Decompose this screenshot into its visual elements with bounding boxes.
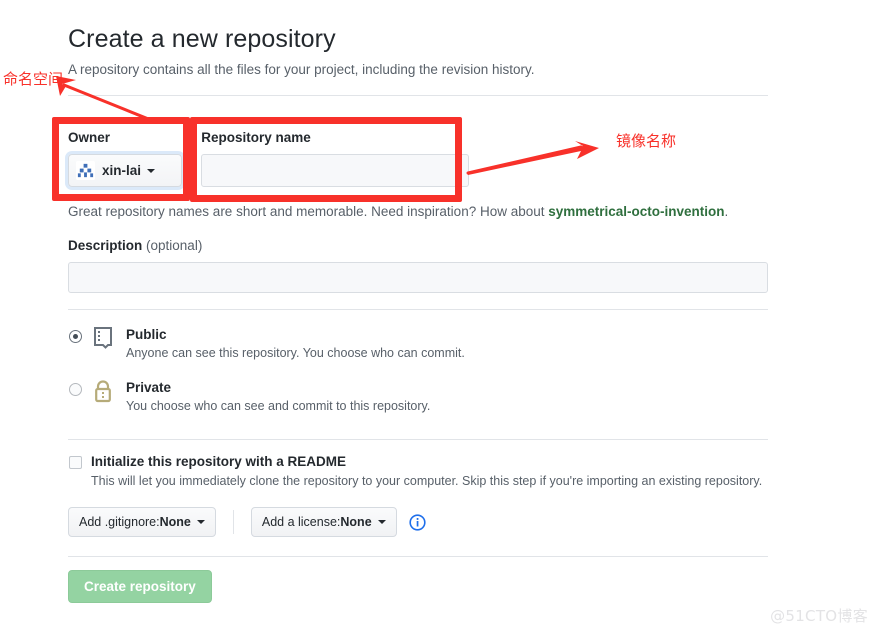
divider-submit bbox=[68, 556, 768, 557]
description-optional-tag: (optional) bbox=[146, 238, 203, 253]
page-title: Create a new repository bbox=[68, 25, 336, 53]
checkbox-initialize-readme[interactable] bbox=[69, 456, 82, 469]
initialize-readme-label: Initialize this repository with a README bbox=[91, 454, 347, 469]
repository-name-hint: Great repository names are short and mem… bbox=[68, 203, 728, 221]
gitignore-prefix-label: Add .gitignore: bbox=[79, 515, 160, 529]
page-header: Create a new repository A repository con… bbox=[68, 0, 768, 79]
chevron-down-icon bbox=[377, 520, 386, 524]
create-repository-button[interactable]: Create repository bbox=[68, 570, 212, 603]
hint-suffix: . bbox=[724, 204, 729, 219]
suggested-name-link[interactable]: symmetrical-octo-invention bbox=[548, 204, 724, 219]
initialize-readme-text: Initialize this repository with a README… bbox=[91, 453, 762, 490]
visibility-private-desc: You choose who can see and commit to thi… bbox=[126, 399, 431, 413]
description-label-wrap: Description (optional) bbox=[68, 238, 768, 254]
description-label: Description bbox=[68, 238, 143, 253]
visibility-public-desc: Anyone can see this repository. You choo… bbox=[126, 346, 465, 360]
description-input[interactable] bbox=[68, 262, 768, 293]
lock-icon bbox=[92, 379, 118, 409]
page-subtitle: A repository contains all the files for … bbox=[68, 62, 535, 77]
chevron-down-icon bbox=[196, 520, 205, 524]
submit-area: Create repository bbox=[68, 570, 212, 603]
initialize-dropdown-row: Add .gitignore: None Add a license: None bbox=[68, 507, 768, 537]
license-value: None bbox=[340, 515, 372, 529]
hint-prefix: Great repository names are short and mem… bbox=[68, 204, 549, 219]
visibility-private-text: Private You choose who can see and commi… bbox=[126, 379, 430, 415]
license-dropdown[interactable]: Add a license: None bbox=[250, 507, 397, 537]
owner-label: Owner bbox=[68, 130, 111, 145]
owner-field: Owner xin-lai bbox=[68, 130, 182, 187]
gitignore-dropdown[interactable]: Add .gitignore: None bbox=[68, 507, 216, 537]
visibility-private-title: Private bbox=[126, 380, 172, 395]
owner-name-text: xin-lai bbox=[102, 162, 142, 178]
divider-header bbox=[68, 95, 768, 96]
dropdown-divider bbox=[232, 510, 234, 534]
divider-initialize bbox=[68, 439, 768, 440]
identicon-avatar bbox=[76, 161, 95, 180]
owner-name-row: Owner xin-lai / Repository name bbox=[68, 130, 470, 187]
info-circle-icon[interactable] bbox=[409, 513, 426, 531]
description-field: Description (optional) bbox=[68, 238, 768, 293]
visibility-public-text: Public Anyone can see this repository. Y… bbox=[126, 326, 465, 362]
chevron-down-icon bbox=[147, 168, 156, 173]
visibility-option-private[interactable]: Private You choose who can see and commi… bbox=[68, 379, 768, 415]
repository-name-label: Repository name bbox=[201, 130, 311, 145]
initialize-readme-row[interactable]: Initialize this repository with a README… bbox=[68, 453, 768, 490]
initialize-readme-desc: This will let you immediately clone the … bbox=[91, 474, 763, 488]
radio-public[interactable] bbox=[69, 330, 82, 343]
visibility-public-title: Public bbox=[126, 327, 167, 342]
divider-visibility bbox=[68, 309, 768, 310]
owner-name-separator: / bbox=[189, 160, 195, 181]
visibility-group: Public Anyone can see this repository. Y… bbox=[68, 326, 768, 432]
visibility-option-public[interactable]: Public Anyone can see this repository. Y… bbox=[68, 326, 768, 362]
owner-select-button[interactable]: xin-lai bbox=[68, 154, 182, 187]
annotation-label-image-name: 镜像名称 bbox=[616, 132, 677, 150]
repo-book-icon bbox=[92, 326, 118, 356]
watermark: @51CTO博客 bbox=[770, 607, 868, 625]
annotation-arrow-image-name bbox=[466, 141, 599, 175]
annotation-label-namespace: 命名空间 bbox=[3, 70, 64, 88]
initialize-group: Initialize this repository with a README… bbox=[68, 453, 768, 537]
gitignore-value: None bbox=[159, 515, 191, 529]
create-repository-page: Create a new repository A repository con… bbox=[0, 0, 882, 634]
license-prefix-label: Add a license: bbox=[261, 515, 341, 529]
repository-name-field: Repository name bbox=[201, 130, 470, 187]
radio-private[interactable] bbox=[69, 383, 82, 396]
repository-name-input[interactable] bbox=[201, 154, 470, 187]
